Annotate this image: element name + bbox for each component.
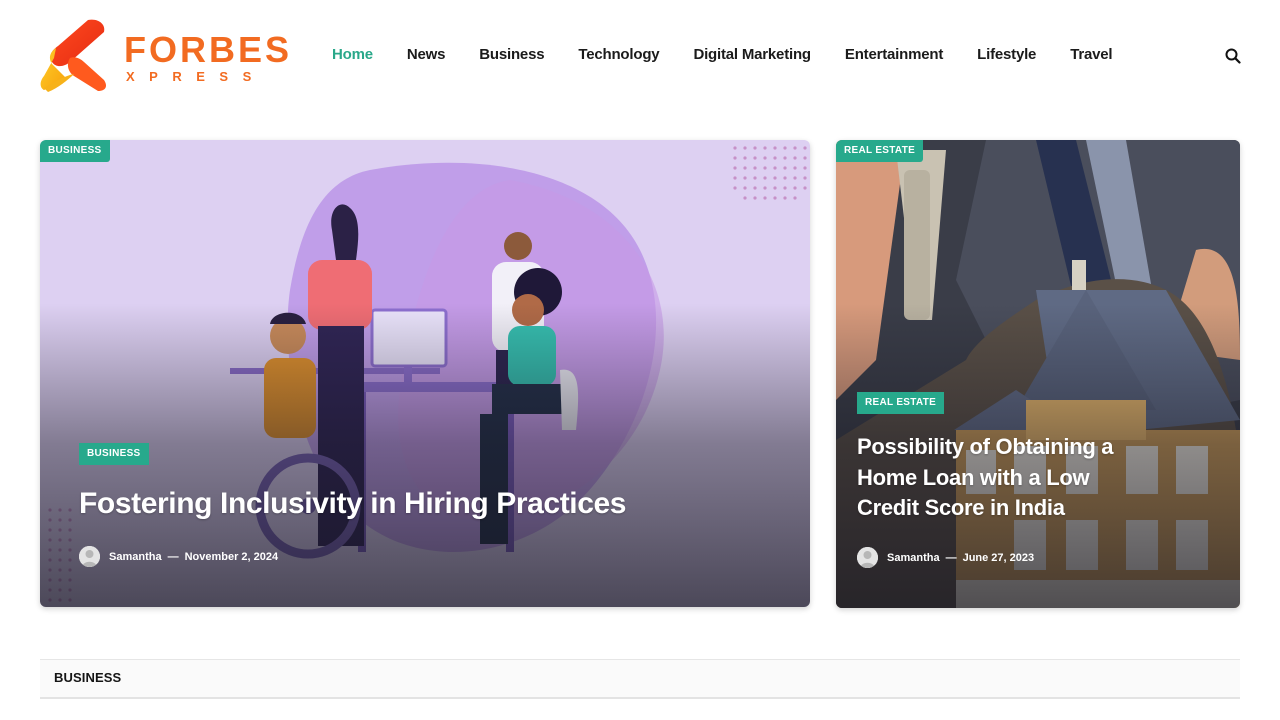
nav-business[interactable]: Business — [479, 44, 544, 66]
meta-separator: — — [167, 550, 179, 563]
post-date[interactable]: June 27, 2023 — [963, 552, 1035, 564]
site-logo[interactable]: FORBES XPRESS — [40, 18, 289, 94]
post-author[interactable]: Samantha — [109, 551, 162, 563]
nav-travel[interactable]: Travel — [1070, 44, 1112, 66]
image-overlay — [836, 140, 1240, 608]
author-avatar[interactable] — [79, 546, 100, 567]
nav-technology[interactable]: Technology — [578, 44, 659, 66]
side-post-card[interactable]: REAL ESTATE REAL ESTATE Possibility of O… — [836, 140, 1240, 608]
category-tag-corner[interactable]: REAL ESTATE — [836, 140, 924, 162]
nav-news[interactable]: News — [407, 44, 446, 66]
post-meta: Samantha — November 2, 2024 — [79, 546, 278, 567]
nav-entertainment[interactable]: Entertainment — [845, 44, 943, 66]
category-tag[interactable]: REAL ESTATE — [857, 392, 945, 414]
main-nav: Home News Business Technology Digital Ma… — [332, 44, 1146, 66]
author-avatar[interactable] — [857, 547, 878, 568]
featured-post-title[interactable]: Fostering Inclusivity in Hiring Practice… — [79, 484, 759, 524]
nav-home[interactable]: Home — [332, 44, 373, 66]
site-header: FORBES XPRESS Home News Business Technol… — [0, 0, 1280, 110]
search-icon — [1225, 48, 1241, 64]
category-tag-corner[interactable]: BUSINESS — [40, 140, 110, 162]
post-meta: Samantha — June 27, 2023 — [857, 547, 1034, 568]
search-button[interactable] — [1222, 45, 1244, 67]
post-author[interactable]: Samantha — [887, 552, 940, 564]
section-heading-bar: BUSINESS — [40, 659, 1240, 699]
logo-wordmark: FORBES — [124, 29, 293, 70]
image-overlay — [40, 140, 810, 607]
meta-separator: — — [945, 551, 957, 564]
user-avatar-icon — [79, 546, 100, 567]
category-tag[interactable]: BUSINESS — [79, 443, 149, 465]
nav-digital-marketing[interactable]: Digital Marketing — [693, 44, 811, 66]
user-avatar-icon — [857, 547, 878, 568]
logo-mark-icon — [40, 19, 106, 92]
featured-post-card[interactable]: BUSINESS BUSINESS Fostering Inclusivity … — [40, 140, 810, 607]
nav-lifestyle[interactable]: Lifestyle — [977, 44, 1036, 66]
side-post-title[interactable]: Possibility of Obtaining a Home Loan wit… — [857, 432, 1137, 524]
logo-subtitle: XPRESS — [126, 69, 266, 84]
post-date[interactable]: November 2, 2024 — [185, 551, 279, 563]
section-heading[interactable]: BUSINESS — [54, 670, 121, 685]
